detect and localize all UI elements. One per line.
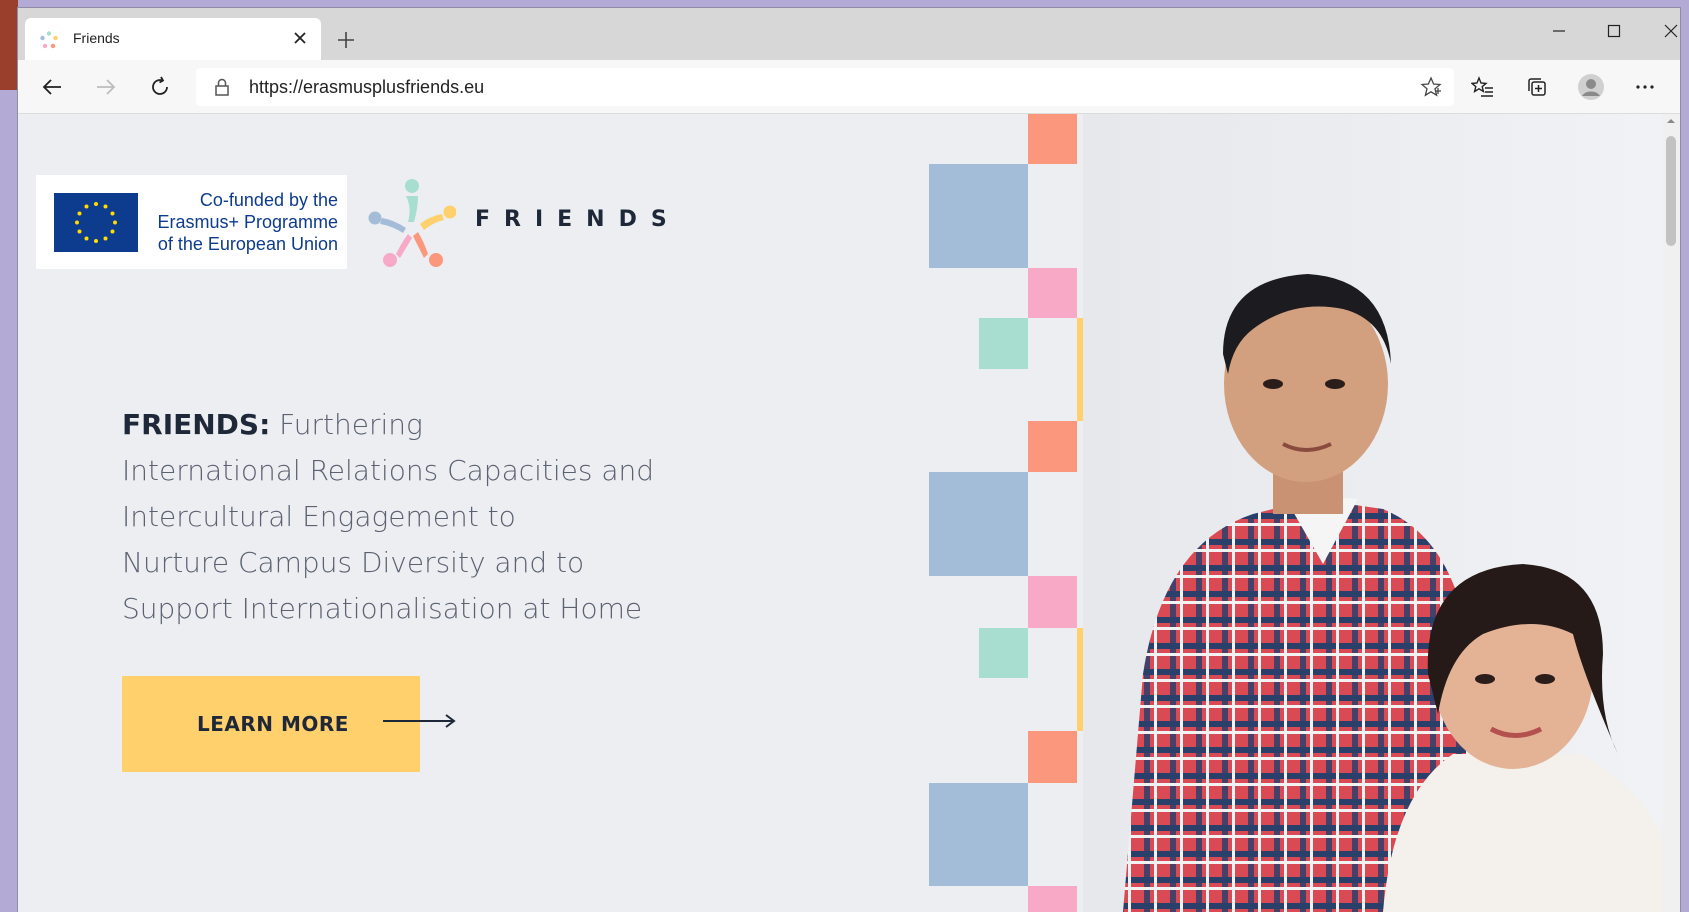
hero-line-4: Nurture Campus Diversity and to <box>122 546 585 579</box>
decor-square <box>929 164 1028 268</box>
close-window-icon <box>1664 24 1678 38</box>
decor-square <box>979 628 1028 678</box>
eu-badge-text: Co-funded by the Erasmus+ Programme of t… <box>146 189 338 255</box>
browser-toolbar: https://erasmusplusfriends.eu <box>18 60 1680 114</box>
maximize-button[interactable] <box>1591 16 1637 46</box>
browser-window: Friends https://erasmusplusfriends.eu Co… <box>18 8 1680 912</box>
decor-square <box>1028 731 1077 783</box>
address-bar[interactable]: https://erasmusplusfriends.eu <box>196 68 1454 106</box>
friends-logo-icon[interactable] <box>368 178 457 268</box>
more-icon <box>1636 85 1654 89</box>
back-button[interactable] <box>36 72 68 102</box>
plus-icon <box>338 32 354 48</box>
decor-square <box>1028 576 1077 628</box>
decor-square <box>1028 114 1077 164</box>
url-text: https://erasmusplusfriends.eu <box>249 77 485 97</box>
minimize-icon <box>1553 30 1565 32</box>
learn-more-button[interactable]: LEARN MORE <box>122 676 456 772</box>
favorites-button[interactable] <box>1468 72 1498 102</box>
vertical-scrollbar[interactable] <box>1662 114 1680 912</box>
collections-button[interactable] <box>1522 72 1552 102</box>
more-button[interactable] <box>1630 72 1660 102</box>
decor-square <box>1028 268 1077 318</box>
lock-icon[interactable] <box>212 77 232 97</box>
decor-square <box>929 783 1028 886</box>
friends-favicon-icon <box>39 30 59 50</box>
profile-icon <box>1578 74 1604 100</box>
profile-button[interactable] <box>1576 72 1606 102</box>
decor-square <box>1028 886 1077 912</box>
hero-photo <box>1083 114 1662 912</box>
eu-flag-icon <box>54 193 138 252</box>
hero-line-5: Support Internationalisation at Home <box>122 592 643 625</box>
forward-button[interactable] <box>90 72 122 102</box>
decor-square <box>979 318 1028 369</box>
collections-icon <box>1528 78 1546 96</box>
favorites-list-icon <box>1470 76 1493 97</box>
arrow-right-icon <box>383 714 456 728</box>
hero-line-2: International Relations Capacities and <box>122 454 655 487</box>
desktop-background <box>0 0 18 90</box>
tab-friends[interactable]: Friends <box>25 18 321 60</box>
hero-line-3: Intercultural Engagement to <box>122 500 516 533</box>
scroll-up-arrow-icon[interactable] <box>1666 116 1676 126</box>
decor-square <box>929 472 1028 576</box>
eu-badge-line-2: Erasmus+ Programme <box>157 212 338 232</box>
close-window-button[interactable] <box>1648 16 1680 46</box>
tab-title: Friends <box>73 30 120 46</box>
close-icon[interactable] <box>289 27 311 49</box>
back-arrow-icon <box>42 79 61 95</box>
refresh-button[interactable] <box>144 72 176 102</box>
eu-cofunded-badge: Co-funded by the Erasmus+ Programme of t… <box>36 175 347 269</box>
tab-strip: Friends <box>18 8 1680 60</box>
refresh-icon <box>152 76 168 95</box>
scrollbar-thumb[interactable] <box>1666 136 1676 246</box>
minimize-button[interactable] <box>1536 16 1582 46</box>
maximize-icon <box>1607 24 1621 38</box>
hero-line-1: FRIENDS: Furthering <box>122 402 682 448</box>
hero-title-strong: FRIENDS: <box>122 408 271 441</box>
forward-arrow-icon <box>97 79 116 95</box>
eu-badge-line-1: Co-funded by the <box>199 190 338 210</box>
eu-badge-line-3: of the European Union <box>157 234 338 254</box>
page-viewport: Co-funded by the Erasmus+ Programme of t… <box>18 114 1662 912</box>
hero-headline: FRIENDS: Furthering International Relati… <box>122 402 682 632</box>
star-icon[interactable] <box>1420 76 1442 98</box>
friends-wordmark[interactable]: FRIENDS <box>475 207 681 232</box>
decor-square <box>1028 421 1077 472</box>
new-tab-button[interactable] <box>331 25 361 55</box>
learn-more-label: LEARN MORE <box>197 712 349 736</box>
hero-title-rest: Furthering <box>270 408 423 441</box>
